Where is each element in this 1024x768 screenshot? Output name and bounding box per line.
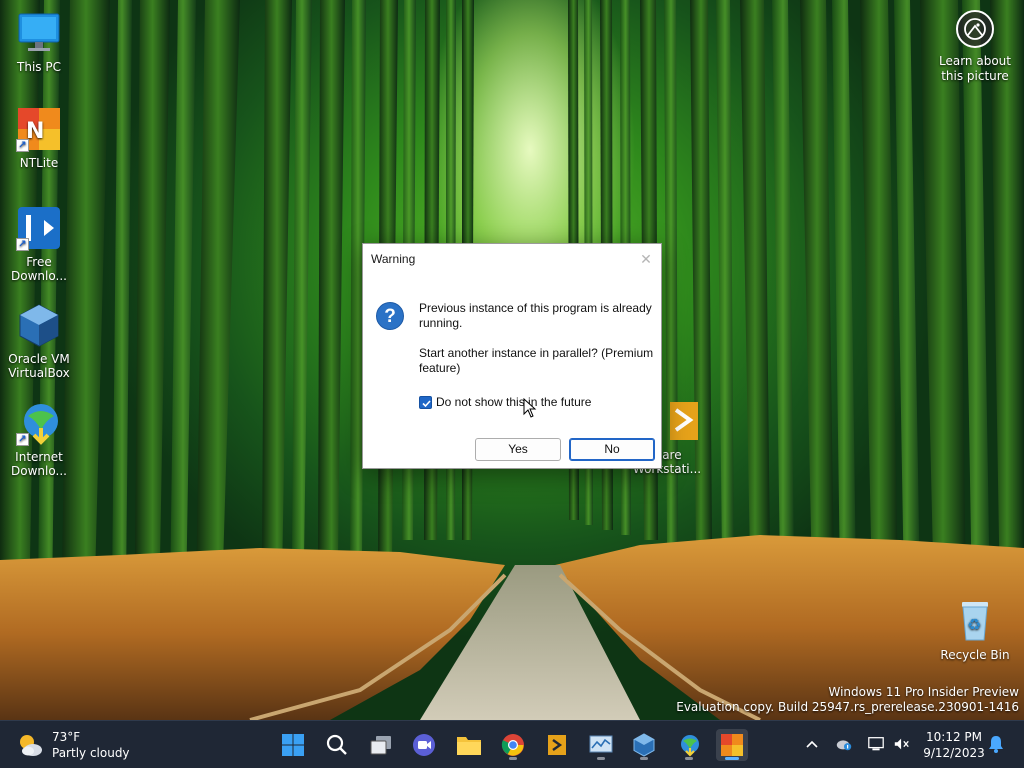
notification-bell-icon[interactable] [987, 735, 1005, 753]
dialog-title: Warning [371, 252, 416, 266]
search-button[interactable] [321, 729, 353, 761]
shortcut-arrow-icon: ↗ [16, 238, 29, 251]
resource-monitor-icon [589, 735, 613, 753]
do-not-show-checkbox[interactable]: Do not show this in the future [419, 395, 591, 409]
onedrive-cloud-icon[interactable] [835, 735, 853, 753]
learn-about-this-picture[interactable]: Learn about this picture [934, 10, 1016, 84]
virtualbox-icon [633, 733, 655, 757]
start-button[interactable] [277, 729, 309, 761]
close-icon[interactable]: ✕ [637, 250, 655, 268]
vmware-icon [548, 735, 566, 755]
shortcut-arrow-icon: ↗ [16, 433, 29, 446]
message-line-1: Previous instance of this program is alr… [419, 301, 652, 330]
weather-desc: Partly cloudy [52, 746, 130, 760]
running-indicator [640, 757, 648, 760]
checkbox-label: Do not show this in the future [436, 395, 592, 409]
internet-download-manager-icon [681, 735, 699, 757]
meet-now-button[interactable] [408, 729, 440, 761]
dialog-message: Previous instance of this program is alr… [419, 301, 655, 376]
task-view-icon [370, 736, 391, 755]
desktop-icon-free-download-manager[interactable]: ↗ Free Downlo... [1, 205, 77, 283]
windows-logo-icon [282, 734, 304, 756]
clock-date: 9/12/2023 [923, 746, 985, 760]
watermark-line-2: Evaluation copy. Build 25947.rs_prerelea… [676, 700, 1019, 714]
desktop-icon-label: Recycle Bin [940, 648, 1010, 662]
recycle-bin-icon: ♻ [952, 598, 998, 644]
virtualbox-button[interactable] [628, 729, 660, 761]
desktop-icon-ntlite[interactable]: N ↗ NTLite [1, 106, 77, 170]
volume-muted-icon[interactable] [893, 735, 911, 753]
internet-download-manager-icon: ↗ [16, 400, 62, 446]
resource-monitor-button[interactable] [585, 729, 617, 761]
weather-widget[interactable]: 73°F Partly cloudy [16, 729, 130, 761]
taskbar: 73°F Partly cloudy 10:12 PM 9/12/2023 [0, 720, 1024, 768]
clock-time: 10:12 PM [926, 730, 982, 744]
desktop-icon-label: This PC [17, 60, 61, 74]
vmware-icon [660, 398, 706, 444]
free-download-manager-icon: ↗ [16, 205, 62, 251]
internet-download-manager-button[interactable] [673, 729, 705, 761]
chrome-icon [501, 734, 524, 756]
watermark-line-1: Windows 11 Pro Insider Preview [828, 685, 1019, 699]
desktop-icon-label: Free Downlo... [11, 255, 67, 283]
task-view-button[interactable] [365, 729, 397, 761]
evaluation-watermark: Windows 11 Pro Insider Preview Evaluatio… [676, 685, 1019, 715]
active-indicator [725, 757, 739, 760]
desktop-icon-recycle-bin[interactable]: ♻ Recycle Bin [937, 598, 1013, 662]
ntlite-icon: N ↗ [16, 106, 62, 152]
yes-button[interactable]: Yes [475, 438, 561, 461]
vmware-workstation-button[interactable] [541, 729, 573, 761]
running-indicator [509, 757, 517, 760]
message-line-2: Start another instance in parallel? (Pre… [419, 346, 654, 375]
desktop-icon-this-pc[interactable]: This PC [1, 10, 77, 74]
svg-text:♻: ♻ [967, 615, 981, 634]
search-icon [326, 734, 347, 755]
folder-icon [457, 737, 481, 755]
chrome-button[interactable] [497, 729, 529, 761]
desktop-icon-oracle-vm-virtualbox[interactable]: Oracle VM VirtualBox [1, 302, 77, 380]
no-button[interactable]: No [569, 438, 655, 461]
ntlite-button[interactable] [716, 729, 748, 761]
desktop-icon-label: NTLite [19, 156, 59, 170]
weather-temp: 73°F [52, 730, 81, 744]
running-indicator [685, 757, 693, 760]
system-clock[interactable]: 10:12 PM 9/12/2023 [918, 729, 990, 761]
show-hidden-icons-chevron-up-icon[interactable] [803, 735, 821, 753]
checkbox-checked-icon[interactable] [419, 395, 432, 409]
virtualbox-icon [16, 302, 62, 348]
desktop-icon-label: Internet Downlo... [11, 450, 67, 478]
shortcut-arrow-icon: ↗ [16, 139, 29, 152]
learn-about-label: Learn about this picture [939, 54, 1011, 83]
monitor-icon [16, 10, 62, 56]
file-explorer-button[interactable] [453, 729, 485, 761]
meet-video-icon [413, 734, 435, 756]
question-icon: ? [376, 302, 404, 330]
desktop-icon-internet-download-manager[interactable]: ↗ Internet Downlo... [1, 400, 77, 478]
desktop-icon-label: Oracle VM VirtualBox [8, 352, 70, 380]
warning-dialog: Warning ✕ ? Previous instance of this pr… [362, 243, 662, 469]
network-monitor-icon[interactable] [867, 735, 885, 753]
ntlite-icon [721, 734, 743, 756]
camera-info-icon [956, 10, 994, 48]
mouse-cursor-icon [523, 398, 537, 418]
partly-cloudy-icon [20, 735, 42, 756]
running-indicator [597, 757, 605, 760]
